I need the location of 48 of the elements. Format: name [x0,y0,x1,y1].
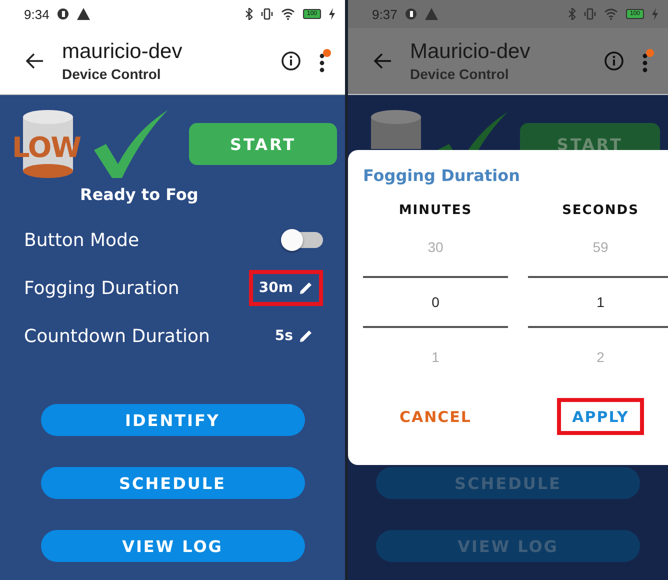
action-button[interactable]: SCHEDULE [40,467,304,499]
tank-drawing [370,109,422,149]
warning-icon [425,8,438,20]
charging-icon [329,8,335,20]
warning-icon [77,8,90,20]
pencil-icon [299,281,313,295]
setting-label: Button Mode [24,230,140,250]
edit-value-button[interactable]: 30m [248,270,323,306]
setting-label: Fogging Duration [24,278,180,298]
vibrate-icon [261,8,273,20]
action-button[interactable]: IDENTIFY [40,404,304,436]
toggle-switch[interactable] [283,232,323,248]
picker-label: MINUTES [398,203,474,218]
menu-icon[interactable] [642,53,648,73]
status-text: Ready to Fog [80,185,198,204]
start-button[interactable]: START [189,123,337,165]
setting-label: Countdown Duration [24,326,211,346]
picker-item[interactable]: 30 [363,218,508,276]
menu-icon[interactable] [319,53,325,73]
dialog-title: Fogging Duration [363,166,521,185]
wifi-icon [281,8,295,20]
picker-item[interactable]: 2 [528,328,668,386]
vibrate-icon [584,8,596,20]
circle-icon [405,8,418,20]
bluetooth-icon [245,8,253,20]
back-arrow-icon[interactable] [26,53,44,69]
picker-label: SECONDS [561,203,640,218]
picker-item[interactable]: 1 [363,328,508,386]
device-name: mauricio-dev [62,40,184,64]
pencil-icon [299,329,313,343]
action-button[interactable]: VIEW LOG [40,530,304,562]
apply-button[interactable]: APPLY [557,398,644,435]
bluetooth-icon [568,8,576,20]
circle-icon [57,8,70,20]
info-icon[interactable] [281,51,301,71]
edit-value-button[interactable]: 5s [264,318,323,354]
wifi-icon [604,8,618,20]
charging-icon [652,8,658,20]
screen-subtitle: Device Control [410,66,510,82]
cancel-button[interactable]: CANCEL [392,398,479,435]
status-time: 9:34 [24,6,50,22]
device-name: Mauricio-dev [410,40,532,64]
picker-item[interactable]: 59 [528,218,668,276]
checkmark-icon [92,108,170,180]
status-time: 9:37 [372,6,398,22]
picker-item[interactable]: 0 [363,276,508,328]
screen-subtitle: Device Control [62,66,162,82]
picker-item[interactable]: 1 [528,276,668,328]
